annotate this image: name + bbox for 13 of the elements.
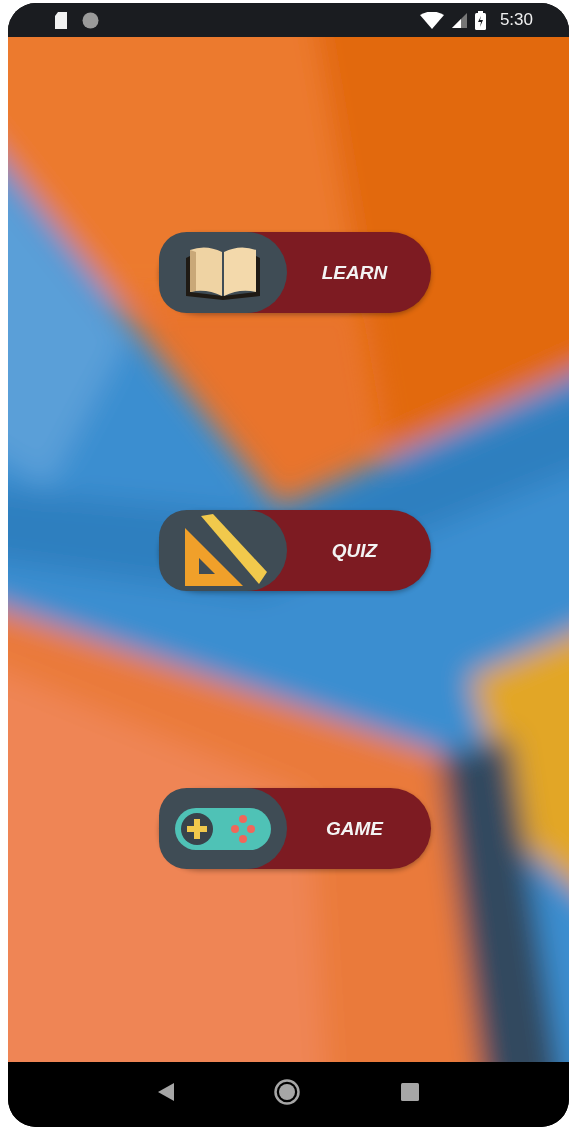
gamepad-icon <box>174 805 271 852</box>
menu-button[interactable]: LEARN <box>158 232 431 313</box>
dot-icon <box>82 11 99 29</box>
battery-icon <box>474 10 486 30</box>
menu-button[interactable]: QUIZ <box>158 510 431 591</box>
signal-icon <box>451 12 467 28</box>
back-icon[interactable] <box>158 1082 175 1101</box>
home-icon[interactable] <box>274 1078 301 1105</box>
wifi-icon <box>419 11 444 29</box>
recents-icon[interactable] <box>400 1082 419 1101</box>
sd-card-icon <box>54 11 68 29</box>
clock-time: 5:30 <box>499 10 533 30</box>
menu-button[interactable]: GAME <box>158 788 431 869</box>
